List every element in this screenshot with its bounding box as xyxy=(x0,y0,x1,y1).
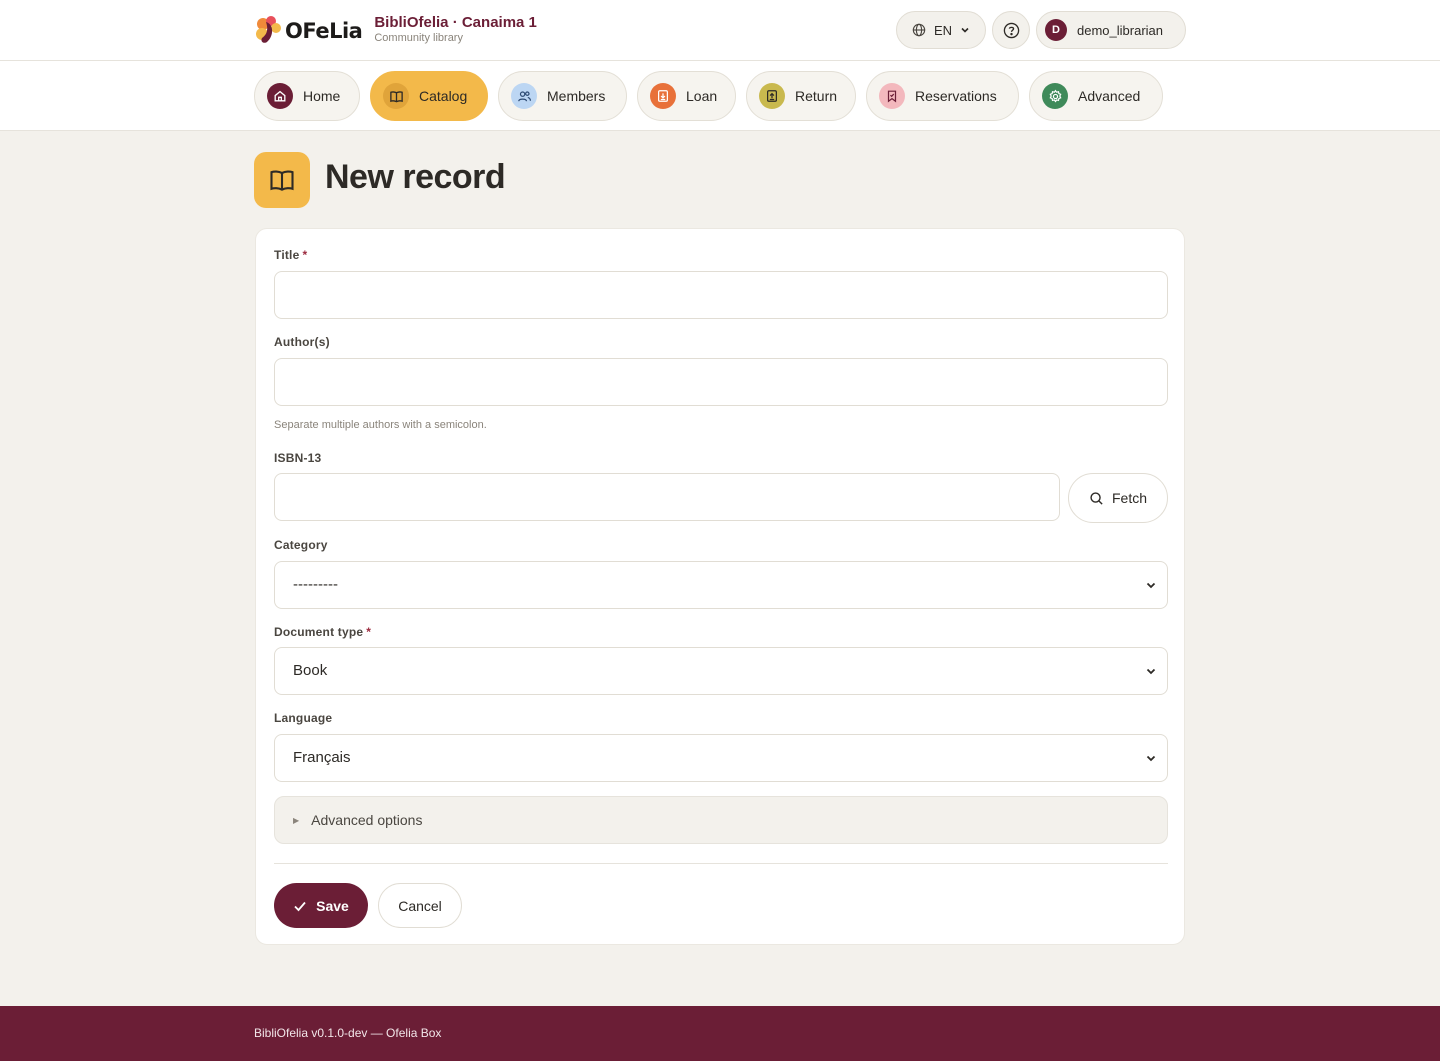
chevron-down-icon xyxy=(1146,582,1156,589)
nav-catalog-label: Catalog xyxy=(419,88,468,104)
authors-input[interactable] xyxy=(275,359,1167,405)
nav-home-label: Home xyxy=(303,88,341,104)
nav-catalog[interactable]: Catalog xyxy=(370,71,488,121)
nav-members-label: Members xyxy=(547,88,606,104)
cancel-button[interactable]: Cancel xyxy=(378,883,462,928)
page-book-icon xyxy=(254,152,310,208)
isbn-field[interactable] xyxy=(274,473,1060,521)
nav-loan[interactable]: Loan xyxy=(637,71,736,121)
nav-advanced-label: Advanced xyxy=(1078,88,1141,104)
language-label: Language xyxy=(274,711,333,725)
doctype-select[interactable]: Book xyxy=(274,647,1168,695)
library-subtitle: Community library xyxy=(374,32,463,44)
home-icon xyxy=(267,83,293,109)
globe-icon xyxy=(912,23,926,37)
gear-icon xyxy=(1042,83,1068,109)
nav-members[interactable]: Members xyxy=(498,71,627,121)
save-label: Save xyxy=(316,897,349,914)
check-icon xyxy=(294,901,306,911)
book-icon xyxy=(270,170,294,191)
required-marker: * xyxy=(302,248,308,262)
isbn-input[interactable] xyxy=(275,474,1059,520)
avatar: D xyxy=(1045,19,1067,41)
required-marker: * xyxy=(366,625,372,639)
nav-loan-label: Loan xyxy=(686,88,718,104)
nav-return[interactable]: Return xyxy=(746,71,856,121)
logo-wordmark: OFeLia xyxy=(285,19,363,43)
top-bar: OFeLia BibliOfelia · Canaima 1 Community… xyxy=(0,0,1440,61)
advanced-options-toggle[interactable]: ▶ Advanced options xyxy=(274,796,1168,844)
brand[interactable]: OFeLia BibliOfelia · Canaima 1 Community… xyxy=(254,14,537,46)
footer-text: BibliOfelia v0.1.0-dev — Ofelia Box xyxy=(254,1026,442,1040)
record-form: Title * Author(s) Separate multiple autho… xyxy=(255,228,1185,945)
doctype-value: Book xyxy=(293,662,328,679)
footer: BibliOfelia v0.1.0-dev — Ofelia Box xyxy=(0,1006,1440,1061)
users-icon xyxy=(511,83,537,109)
authors-help-text: Separate multiple authors with a semicol… xyxy=(274,419,487,431)
category-select[interactable]: --------- xyxy=(274,561,1168,609)
authors-field[interactable] xyxy=(274,358,1168,406)
doctype-label: Document type * xyxy=(274,625,372,639)
main-nav: Home Catalog Members Loan Return Reserva… xyxy=(0,61,1440,131)
help-button[interactable] xyxy=(992,11,1030,49)
category-label: Category xyxy=(274,538,328,552)
chevron-down-icon xyxy=(961,27,969,33)
search-icon xyxy=(1090,491,1103,505)
loan-icon xyxy=(650,83,676,109)
username: demo_librarian xyxy=(1077,22,1163,38)
language-label: EN xyxy=(933,22,953,38)
language-select[interactable]: Français xyxy=(274,734,1168,782)
isbn-label: ISBN-13 xyxy=(274,451,322,465)
bookmark-icon xyxy=(879,83,905,109)
save-button[interactable]: Save xyxy=(274,883,368,928)
help-icon xyxy=(1003,22,1019,38)
disclosure-triangle-icon: ▶ xyxy=(293,815,300,825)
title-input[interactable] xyxy=(275,272,1167,318)
nav-advanced[interactable]: Advanced xyxy=(1029,71,1163,121)
nav-return-label: Return xyxy=(795,88,838,104)
fetch-label: Fetch xyxy=(1111,490,1147,506)
nav-reservations-label: Reservations xyxy=(915,88,997,104)
advanced-options-label: Advanced options xyxy=(311,812,423,828)
language-value: Français xyxy=(293,749,351,766)
return-icon xyxy=(759,83,785,109)
chevron-down-icon xyxy=(1146,668,1156,675)
nav-home[interactable]: Home xyxy=(254,71,360,121)
logo-icon xyxy=(254,14,284,46)
language-selector[interactable]: EN xyxy=(896,11,986,49)
user-menu[interactable]: D demo_librarian xyxy=(1036,11,1186,49)
cancel-label: Cancel xyxy=(398,897,442,914)
book-icon xyxy=(383,83,409,109)
nav-reservations[interactable]: Reservations xyxy=(866,71,1019,121)
title-label: Title * xyxy=(274,248,308,262)
library-name: BibliOfelia · Canaima 1 xyxy=(374,14,537,31)
title-field[interactable] xyxy=(274,271,1168,319)
authors-label: Author(s) xyxy=(274,335,330,349)
page-title: New record xyxy=(325,158,506,196)
category-value: --------- xyxy=(293,576,338,593)
fetch-button[interactable]: Fetch xyxy=(1068,473,1168,523)
divider xyxy=(274,863,1168,864)
chevron-down-icon xyxy=(1146,755,1156,762)
